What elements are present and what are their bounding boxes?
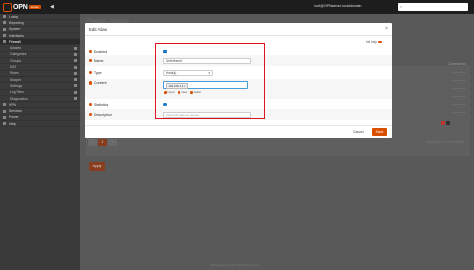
toggle-icon	[378, 40, 382, 44]
sidebar-item-label: Firewall	[9, 39, 21, 44]
info-icon[interactable]	[89, 49, 93, 54]
sidebar-item-label: Interfaces	[9, 33, 24, 38]
power-icon	[3, 115, 6, 119]
system-icon	[3, 27, 6, 31]
search-icon: ⌕	[400, 4, 403, 9]
shaper-icon	[74, 78, 77, 82]
apply-button[interactable]: Apply	[89, 162, 105, 171]
vpn-icon	[3, 103, 6, 107]
content-label: Content	[93, 81, 107, 85]
enabled-label-group: Enabled	[89, 50, 107, 54]
description-label-group: Description	[89, 113, 112, 117]
info-icon[interactable]	[89, 58, 93, 63]
reporting-icon	[3, 21, 6, 25]
info-icon[interactable]	[89, 102, 93, 107]
list-icon	[74, 46, 77, 50]
sidebar-item-label: Power	[9, 115, 19, 120]
sidebar-item-label: NAT	[10, 65, 17, 70]
name-label: Name	[93, 58, 104, 63]
sidebar-item-label: Aliases	[10, 46, 21, 51]
dialog-footer: Cancel Save	[85, 125, 392, 138]
sidebar: Lobby Reporting System Interfaces Firewall Al…	[0, 14, 80, 270]
services-icon	[3, 109, 6, 113]
sidebar-item-label: System	[9, 27, 21, 32]
lobby-icon	[3, 15, 6, 19]
table-row	[452, 104, 466, 105]
dialog-header: Edit Alias ×	[85, 23, 392, 36]
type-label-group: Type	[89, 71, 102, 75]
enabled-label: Enabled	[93, 49, 108, 54]
pagination: « 1 »	[88, 139, 118, 146]
content-label-group: Content	[89, 81, 106, 85]
save-button[interactable]: Save	[372, 128, 387, 136]
diagnostics-icon	[74, 97, 77, 100]
table-row	[452, 72, 466, 73]
sidebar-item-label: Rules	[10, 71, 19, 76]
info-icon[interactable]	[89, 81, 93, 85]
firewall-icon	[3, 40, 6, 44]
dialog-title: Edit Alias	[89, 27, 108, 32]
sidebar-item-label: Shaper	[10, 77, 21, 82]
sidebar-item-label: Groups	[10, 58, 22, 63]
sidebar-item-label: Categories	[10, 52, 27, 57]
statistics-label: Statistics	[93, 102, 109, 107]
full-help-label: full help	[366, 40, 377, 44]
help-icon	[3, 122, 6, 126]
pager-page[interactable]: 1	[98, 139, 107, 146]
type-label: Type	[93, 70, 102, 75]
logo-badge: sense	[28, 5, 41, 9]
pager-next[interactable]: »	[108, 139, 117, 146]
statistics-label-group: Statistics	[89, 103, 108, 107]
collapse-sidebar-icon[interactable]: ◀	[50, 4, 54, 10]
logo-text: OPN	[13, 3, 28, 11]
sidebar-item-label: Help	[9, 121, 16, 126]
info-icon[interactable]	[89, 70, 93, 75]
rules-icon	[74, 71, 77, 75]
sidebar-item-label: Log Files	[10, 90, 24, 95]
full-help-toggle[interactable]: full help	[366, 40, 382, 44]
showing-entries-text: Showing 1 to 8 of 8 entries	[426, 140, 464, 144]
table-row	[452, 80, 466, 81]
sidebar-item-label: Reporting	[9, 20, 24, 25]
highlight-frame	[155, 43, 265, 119]
sidebar-item-label: VPN	[9, 102, 16, 107]
footer-copyright: OPNsense (c) 2014-2024 Deciso B.V.	[210, 263, 261, 267]
sidebar-item-help[interactable]: Help	[0, 121, 80, 128]
opnsense-logo[interactable]: OPN sense	[3, 2, 41, 12]
add-alias-button[interactable]	[446, 121, 450, 125]
sidebar-item-label: Settings	[10, 83, 23, 88]
table-row	[452, 96, 466, 97]
search-input[interactable]: ⌕	[398, 3, 468, 11]
user-host-label[interactable]: root@OPNsense.localdomain	[314, 4, 361, 8]
sidebar-item-label: Lobby	[9, 14, 19, 19]
info-icon[interactable]	[89, 112, 93, 117]
delete-selected-button[interactable]	[441, 121, 445, 125]
table-row	[452, 112, 466, 113]
sidebar-item-label: Diagnostics	[10, 96, 28, 101]
group-icon	[74, 59, 77, 63]
nat-icon	[74, 65, 77, 69]
name-label-group: Name	[89, 59, 103, 63]
table-row	[452, 88, 466, 89]
commands-header: Commands	[448, 62, 466, 66]
interfaces-icon	[3, 34, 6, 38]
pager-prev[interactable]: «	[88, 139, 97, 146]
settings-icon	[74, 84, 77, 88]
top-navbar: OPN sense ◀ root@OPNsense.localdomain ⌕	[0, 0, 474, 14]
logo-mark-icon	[3, 2, 12, 12]
tag-icon	[74, 52, 77, 56]
close-icon[interactable]: ×	[385, 26, 388, 32]
description-label: Description	[93, 112, 112, 117]
log-icon	[74, 90, 77, 94]
cancel-button[interactable]: Cancel	[353, 130, 364, 134]
sidebar-item-label: Services	[9, 109, 23, 114]
